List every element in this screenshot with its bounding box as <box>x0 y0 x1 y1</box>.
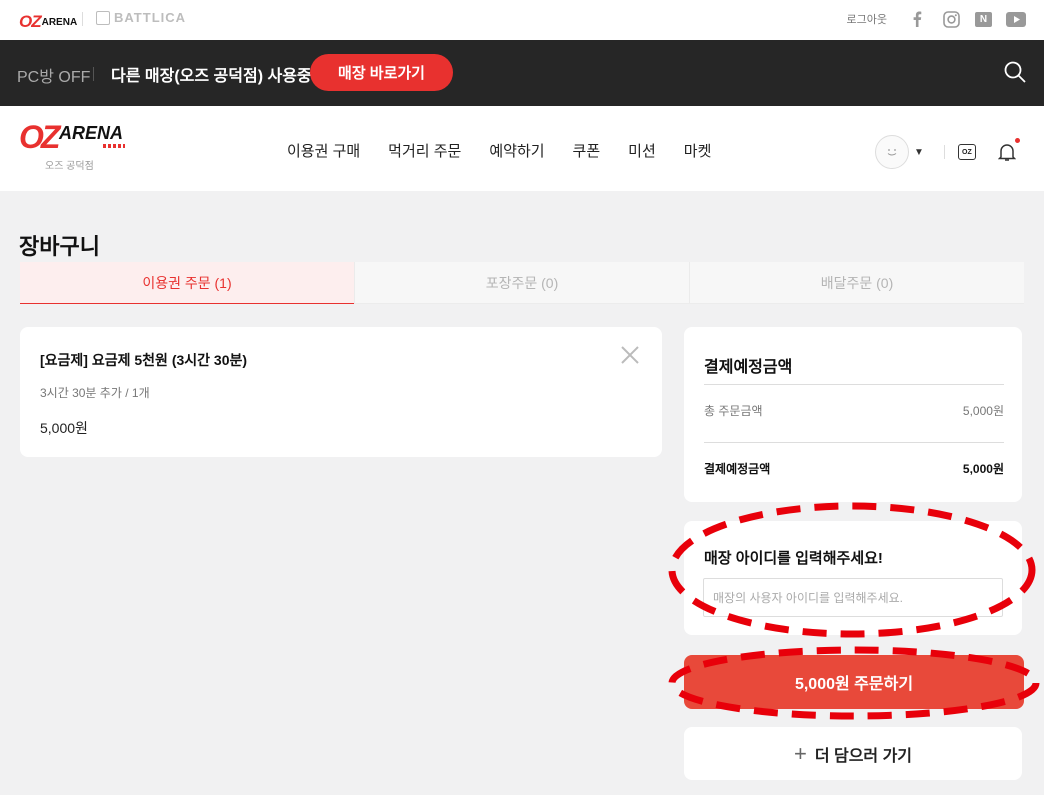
top-divider <box>82 12 83 26</box>
tab-delivery-order[interactable]: 배달주문 (0) <box>689 262 1024 304</box>
total-order-label: 총 주문금액 <box>704 404 763 418</box>
pay-amount-label: 결제예정금액 <box>704 462 771 476</box>
store-id-title: 매장 아이디를 입력해주세요! <box>704 550 883 567</box>
header-user-tools: ▼ OZ <box>875 135 1020 169</box>
tab-takeout-order[interactable]: 포장주문 (0) <box>354 262 689 304</box>
top-right-links: 로그아웃 N <box>847 9 1026 29</box>
search-icon[interactable] <box>1004 61 1026 83</box>
notification-dot <box>1014 138 1020 143</box>
cart-item-name: [요금제] 요금제 5천원 (3시간 30분) <box>40 352 248 368</box>
total-order-row: 총 주문금액 5,000원 <box>704 402 1004 419</box>
pay-amount-value: 5,000원 <box>962 462 1004 476</box>
store-usage-text: 다른 매장(오즈 공덕점) 사용중 <box>111 68 312 85</box>
pay-amount-row: 결제예정금액 5,000원 <box>704 460 1004 477</box>
youtube-icon[interactable] <box>1006 9 1026 29</box>
order-button[interactable]: 5,000원 주문하기 <box>684 655 1024 709</box>
nav-item-coupon[interactable]: 쿠폰 <box>573 140 601 161</box>
nav-item-reservation[interactable]: 예약하기 <box>489 140 544 161</box>
tab-ticket-order[interactable]: 이용권 주문 (1) <box>20 262 354 304</box>
total-order-value: 5,000원 <box>962 404 1004 418</box>
user-avatar[interactable] <box>875 135 909 169</box>
oz-arena-logo[interactable]: OZ ARENA <box>19 121 125 153</box>
facebook-icon[interactable] <box>907 9 927 29</box>
nav-item-food[interactable]: 먹거리 주문 <box>388 140 461 161</box>
summary-divider <box>704 442 1004 443</box>
naver-icon[interactable]: N <box>975 11 992 27</box>
oz-pc-icon[interactable]: OZ <box>957 144 976 160</box>
order-type-tabs: 이용권 주문 (1) 포장주문 (0) 배달주문 (0) <box>20 262 1024 304</box>
store-name: 오즈 공덕점 <box>45 161 94 172</box>
close-icon[interactable] <box>620 345 640 365</box>
bell-icon[interactable] <box>997 138 1020 162</box>
plus-icon: + <box>793 740 807 766</box>
header-divider <box>943 145 945 159</box>
page-title: 장바구니 <box>19 234 100 259</box>
cart-item-option: 3시간 30분 추가 / 1개 <box>40 386 150 400</box>
summary-title: 결제예정금액 <box>704 359 793 376</box>
battlica-logo-icon <box>96 10 110 25</box>
summary-divider <box>704 384 1004 385</box>
cart-item-price: 5,000원 <box>40 420 88 436</box>
logout-link[interactable]: 로그아웃 <box>847 11 887 27</box>
pc-status-bar: PC방 OFF 다른 매장(오즈 공덕점) 사용중 매장 바로가기 <box>0 40 1044 106</box>
chevron-down-icon[interactable]: ▼ <box>914 147 924 158</box>
main-header: OZ ARENA 오즈 공덕점 이용권 구매 먹거리 주문 예약하기 쿠폰 미션… <box>0 106 1044 191</box>
add-more-label: 더 담으러 가기 <box>814 747 913 765</box>
top-utility-bar: OZ ARENA BATTLICA 로그아웃 N <box>0 0 1044 40</box>
cart-item-card: [요금제] 요금제 5천원 (3시간 30분) 3시간 30분 추가 / 1개 … <box>20 327 662 457</box>
oz-arena-small-logo[interactable]: OZ ARENA <box>19 12 77 32</box>
nav-item-market[interactable]: 마켓 <box>684 140 712 161</box>
pc-status-text: PC방 OFF <box>17 69 91 86</box>
store-id-input[interactable] <box>703 578 1003 617</box>
instagram-icon[interactable] <box>941 9 961 29</box>
status-divider <box>93 67 94 81</box>
battlica-logo[interactable]: BATTLICA <box>96 10 186 25</box>
nav-item-mission[interactable]: 미션 <box>628 140 656 161</box>
go-to-store-button[interactable]: 매장 바로가기 <box>310 54 453 91</box>
main-nav: 이용권 구매 먹거리 주문 예약하기 쿠폰 미션 마켓 <box>287 140 739 161</box>
payment-summary-card: 결제예정금액 총 주문금액 5,000원 결제예정금액 5,000원 <box>684 327 1022 502</box>
add-more-button[interactable]: + 더 담으러 가기 <box>684 727 1022 780</box>
logo-stripes <box>103 144 125 148</box>
store-id-card: 매장 아이디를 입력해주세요! <box>684 521 1022 635</box>
nav-item-ticket[interactable]: 이용권 구매 <box>287 140 360 161</box>
